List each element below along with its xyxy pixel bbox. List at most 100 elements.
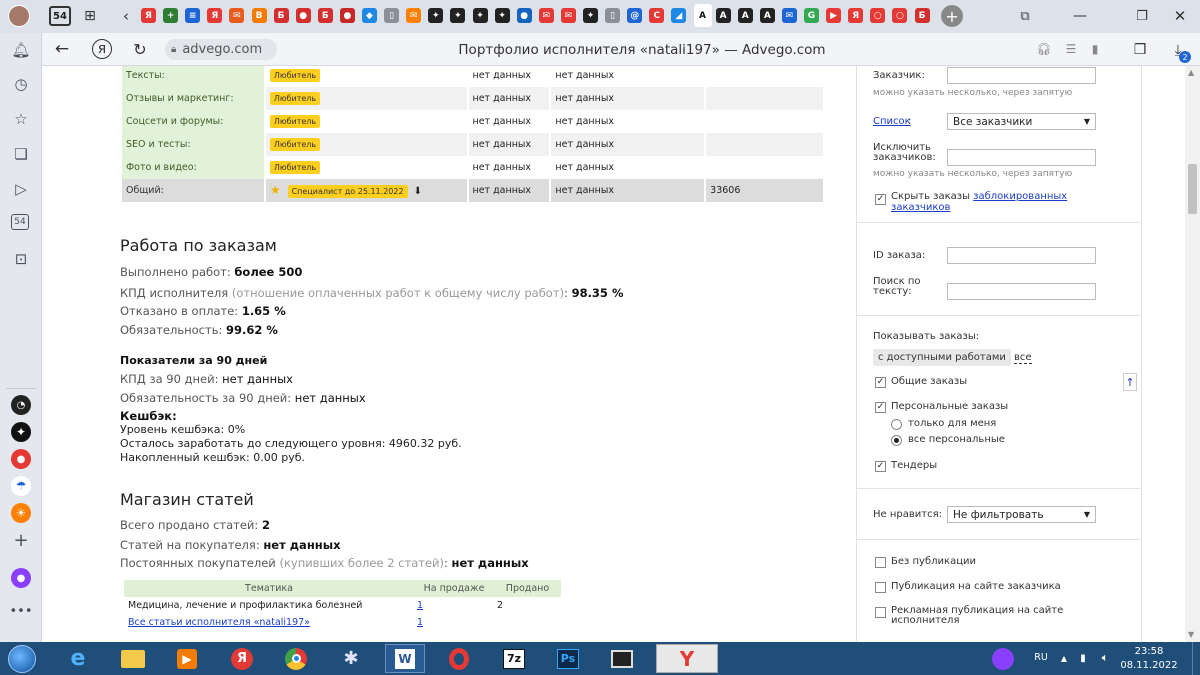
extensions-icon[interactable]: ❒ (1130, 40, 1150, 60)
add-app-icon[interactable]: + (11, 530, 31, 551)
blocked-customers-link[interactable]: заблокированных (973, 191, 1067, 202)
tabs-menu-icon[interactable]: ⧉ (1016, 7, 1034, 25)
more-icon[interactable]: ••• (10, 601, 33, 621)
video-editor-icon[interactable] (602, 644, 642, 673)
mail-tab-icon[interactable]: ✉ (229, 8, 245, 23)
app-maps-icon[interactable]: ● (11, 449, 31, 469)
search-text-input[interactable] (947, 283, 1096, 300)
restore-button[interactable]: ❐ (1132, 6, 1152, 26)
customer-list-select[interactable]: Все заказчики ▼ (947, 113, 1096, 130)
b-tab-icon[interactable]: Б (273, 8, 289, 23)
scroll-tabs-left-icon[interactable]: ‹ (118, 6, 134, 26)
star-tab-5-icon[interactable]: ✦ (583, 8, 598, 23)
volume-icon[interactable]: 🔈︎ (1098, 651, 1112, 665)
scrollbar-thumb[interactable] (1188, 164, 1197, 214)
language-indicator[interactable]: RU (1031, 650, 1051, 664)
pokeball-tab-icon[interactable]: ● (295, 8, 311, 23)
personal-orders-checkbox[interactable]: ✓ (875, 402, 886, 413)
back-arrow-icon[interactable]: ← (52, 39, 72, 59)
customer-input[interactable] (947, 67, 1096, 84)
bookmark-star-icon[interactable]: ☆ (11, 109, 31, 129)
docs-tab-icon[interactable]: ≡ (185, 8, 201, 23)
bookmark-icon[interactable]: ▮ (1086, 40, 1104, 58)
yandex-browser-icon[interactable]: Я (222, 644, 262, 673)
new-tab-group-icon[interactable]: ⊞ (80, 6, 100, 26)
start-button[interactable] (2, 644, 42, 673)
star-tab-icon[interactable]: ✦ (428, 8, 444, 23)
green-tab-icon[interactable]: + (163, 8, 179, 23)
tray-expand-icon[interactable]: ▲ (1058, 652, 1070, 664)
collections-icon[interactable]: ❏ (11, 144, 31, 164)
mail-tab-4-icon[interactable]: ✉ (781, 8, 797, 23)
arrow-down-icon[interactable]: ⬇ (414, 186, 422, 197)
doc-tab-icon[interactable]: ▯ (384, 8, 400, 23)
mail-tab-2-icon[interactable]: ✉ (538, 8, 554, 23)
7zip-icon[interactable]: 7z (494, 644, 534, 673)
all-personal-radio[interactable] (891, 435, 902, 446)
blog-tab-icon[interactable]: B (251, 8, 267, 23)
a-tab-3-icon[interactable]: A (759, 8, 775, 23)
only-for-me-radio[interactable] (891, 419, 902, 430)
available-orders-button[interactable]: с доступными работами (873, 349, 1011, 366)
profile-avatar[interactable] (8, 5, 30, 27)
tab-counter-icon[interactable]: 54 (11, 214, 29, 230)
b-tab-2-icon[interactable]: Б (317, 8, 333, 23)
yandex-tab-2-icon[interactable]: Я (207, 8, 223, 23)
clock-time[interactable]: 23:58 (1124, 645, 1174, 658)
app-sun-icon[interactable]: ☀ (11, 503, 31, 523)
common-orders-checkbox[interactable]: ✓ (875, 377, 886, 388)
word-icon[interactable]: W (385, 644, 425, 673)
reload-icon[interactable]: ↻ (130, 39, 150, 59)
order-id-input[interactable] (947, 247, 1096, 264)
show-desktop-button[interactable] (1192, 642, 1200, 675)
network-icon[interactable]: ▮ (1076, 651, 1090, 665)
video-play-icon[interactable]: ▷ (11, 179, 31, 199)
history-icon[interactable]: ◷ (11, 74, 31, 94)
youtube-tab-icon[interactable]: ▶ (826, 8, 842, 23)
star-tab-4-icon[interactable]: ✦ (494, 8, 510, 23)
list-link[interactable]: Список (873, 116, 911, 127)
vodafone-tab-2-icon[interactable]: ○ (892, 8, 908, 23)
vodafone-tab-icon[interactable]: ○ (870, 8, 886, 23)
blocked-customers-link-2[interactable]: заказчиков (891, 202, 950, 213)
exclude-customers-input[interactable] (947, 149, 1096, 166)
close-window-button[interactable]: ✕ (1170, 6, 1190, 26)
row-on-sale-link[interactable]: 1 (414, 600, 494, 611)
tenders-checkbox[interactable]: ✓ (875, 461, 886, 472)
g-tab-icon[interactable]: G (804, 8, 819, 23)
minimize-button[interactable]: — (1070, 6, 1090, 26)
tab-count-button[interactable]: 54 (49, 6, 71, 26)
yandex-tab-icon[interactable]: Я (141, 8, 156, 23)
star-tab-2-icon[interactable]: ✦ (450, 8, 466, 23)
yandex-active-icon[interactable]: Y (656, 644, 718, 673)
new-tab-button[interactable]: + (941, 5, 963, 27)
yandex-tab-3-icon[interactable]: Я (848, 8, 864, 23)
all-articles-link[interactable]: Все статьи исполнителя «natali197» (124, 617, 414, 628)
a-tab-2-icon[interactable]: A (737, 8, 753, 23)
reader-mode-icon[interactable]: ☰ (1062, 40, 1080, 58)
publication-site-checkbox[interactable] (875, 582, 886, 593)
app-star-icon[interactable]: ✦ (11, 422, 31, 442)
chrome-icon[interactable] (276, 644, 316, 673)
yandex-home-icon[interactable]: я (92, 39, 112, 59)
app-umbrella-icon[interactable]: ☂ (11, 476, 31, 496)
scroll-top-button[interactable]: ↑ (1123, 373, 1137, 391)
screenshot-icon[interactable]: ⊡ (11, 249, 31, 269)
hide-blocked-checkbox[interactable]: ✓ (875, 194, 886, 205)
mail-tab-3-icon[interactable]: ✉ (560, 8, 576, 23)
app-spider-icon[interactable]: ✱ (331, 644, 371, 673)
c-tab-icon[interactable]: C (649, 8, 665, 23)
dislike-select[interactable]: Не фильтровать ▼ (947, 506, 1096, 523)
scroll-up-arrow-icon[interactable]: ▲ (1188, 68, 1194, 77)
a-tab-icon[interactable]: A (715, 8, 731, 23)
at-tab-icon[interactable]: @ (627, 8, 643, 23)
ie-icon[interactable]: e (58, 644, 98, 673)
alice-assistant-icon[interactable]: ● (11, 568, 31, 588)
app-clock-icon[interactable]: ◔ (11, 395, 31, 415)
star-tab-3-icon[interactable]: ✦ (472, 8, 488, 23)
ball-tab-icon[interactable]: ● (339, 8, 355, 23)
photoshop-icon[interactable]: Ps (548, 644, 588, 673)
chat-tab-icon[interactable]: ✉ (406, 8, 422, 23)
media-player-icon[interactable]: ▶ (167, 644, 207, 673)
drop-tab-icon[interactable]: ◆ (362, 8, 377, 23)
